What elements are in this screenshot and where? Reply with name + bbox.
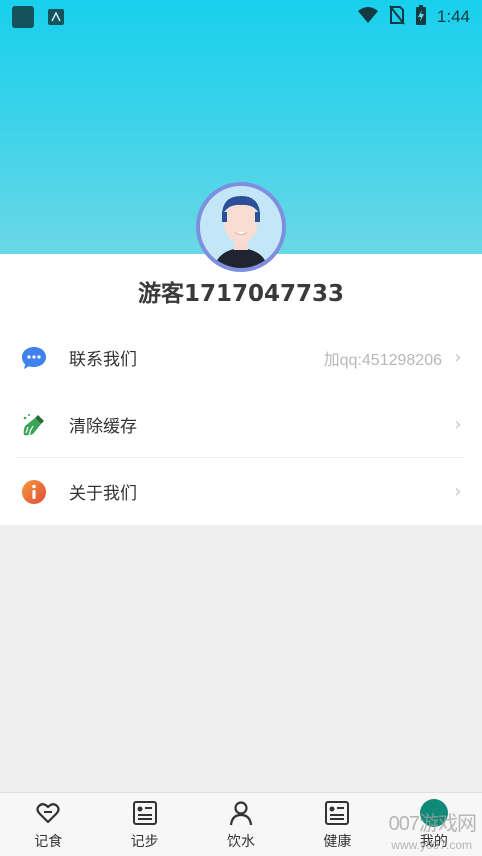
contact-qq-value: 加qq:451298206 — [323, 351, 442, 369]
watermark-url: www.y007.com — [391, 838, 472, 852]
avatar-illustration — [200, 186, 282, 268]
wifi-icon — [357, 6, 379, 28]
menu-item-label: 联系我们 — [69, 350, 137, 370]
download-notification-icon — [48, 9, 64, 25]
tab-label: 记食 — [34, 834, 63, 850]
chevron-right-icon: › — [454, 481, 462, 502]
heart-icon — [36, 799, 60, 827]
app-notification-icon — [12, 6, 34, 28]
broom-icon — [21, 412, 47, 438]
settings-menu: 联系我们 加qq:451298206 › 清除缓存 › 关于我们 › — [0, 324, 482, 525]
battery-charging-icon — [415, 4, 427, 30]
list-card-icon — [132, 799, 158, 827]
tab-label: 记步 — [130, 834, 159, 850]
list-card-icon — [324, 799, 350, 827]
menu-item-contact-us[interactable]: 联系我们 加qq:451298206 › — [0, 324, 482, 391]
tab-water[interactable]: 饮水 — [193, 793, 289, 856]
tab-step-log[interactable]: 记步 — [96, 793, 192, 856]
chevron-right-icon: › — [454, 414, 462, 435]
status-time: 1:44 — [436, 7, 470, 26]
watermark-logo: 007游戏网 — [388, 813, 477, 835]
username: 游客1717047733 — [137, 281, 345, 307]
chat-bubble-icon — [21, 345, 47, 371]
tab-label: 健康 — [323, 834, 352, 850]
tab-health[interactable]: 健康 — [289, 793, 385, 856]
menu-item-about-us[interactable]: 关于我们 › — [0, 458, 482, 525]
info-icon — [21, 479, 47, 505]
status-bar: 1:44 — [0, 0, 482, 34]
tab-label: 饮水 — [227, 834, 256, 850]
chevron-right-icon: › — [454, 347, 462, 368]
menu-item-clear-cache[interactable]: 清除缓存 › — [0, 391, 482, 458]
no-sim-icon — [389, 5, 405, 29]
tab-food-log[interactable]: 记食 — [0, 793, 96, 856]
user-avatar[interactable] — [196, 182, 286, 272]
menu-item-label: 关于我们 — [69, 484, 137, 504]
person-icon — [229, 799, 253, 827]
menu-item-label: 清除缓存 — [69, 417, 137, 437]
